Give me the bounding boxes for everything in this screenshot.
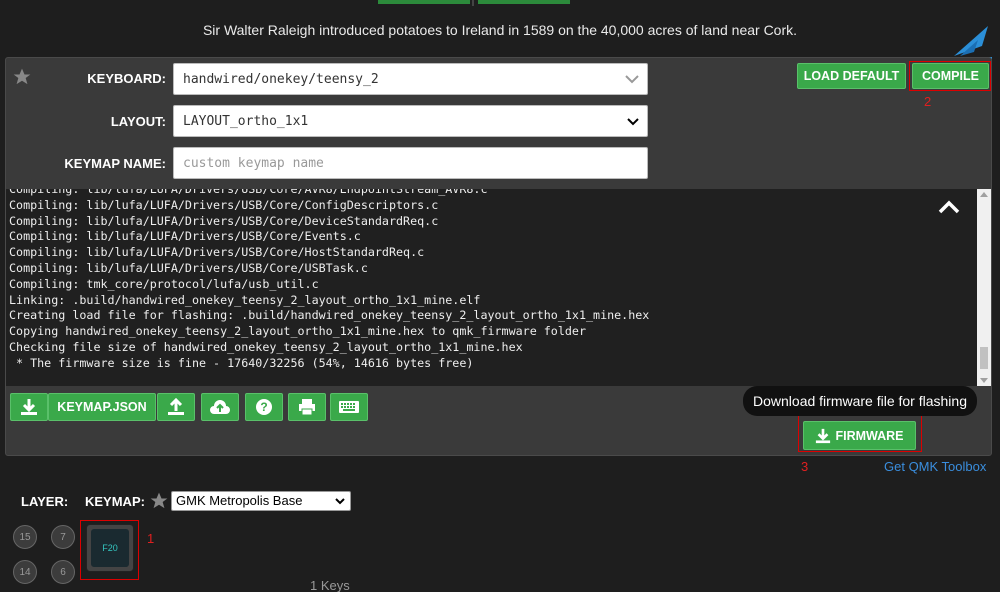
keymap-name-input[interactable]: custom keymap name [173, 147, 648, 179]
layout-value: LAYOUT_ortho_1x1 [183, 114, 309, 129]
scroll-thumb[interactable] [980, 347, 988, 369]
console-line: Compiling: lib/lufa/LUFA/Drivers/USB/Cor… [9, 245, 425, 260]
chevron-up-icon[interactable] [937, 199, 961, 215]
chevron-down-icon [335, 498, 345, 505]
scroll-down-arrow-icon[interactable] [980, 378, 988, 383]
top-tab-right[interactable] [478, 0, 570, 4]
help-button[interactable]: ? [245, 393, 283, 421]
console-line: Compiling: lib/lufa/LUFA/Drivers/USB/Cor… [9, 213, 439, 228]
compile-console: Compiling: lib/lufa/LUFA/Drivers/USB/Cor… [6, 189, 991, 386]
console-line: Compiling: lib/lufa/LUFA/Drivers/USB/Cor… [9, 197, 439, 212]
qmk-logo-icon [952, 26, 992, 59]
keymap-preset-select[interactable]: GMK Metropolis Base [171, 491, 351, 511]
console-line: Compiling: lib/lufa/LUFA/Drivers/USB/Cor… [9, 189, 488, 196]
keyboard-value: handwired/onekey/teensy_2 [183, 72, 379, 87]
layer-badge-14[interactable]: 14 [13, 560, 37, 584]
print-button[interactable] [288, 393, 326, 421]
top-tab-strip [0, 0, 1000, 6]
layer-badge-15[interactable]: 15 [13, 525, 37, 549]
cloud-upload-icon [210, 400, 230, 414]
callout-number-2: 2 [924, 94, 932, 109]
top-tab-left[interactable] [378, 0, 470, 4]
cloud-upload-button[interactable] [201, 393, 239, 421]
keymap-label: KEYMAP: [85, 494, 145, 509]
console-line: Compiling: lib/lufa/LUFA/Drivers/USB/Cor… [9, 229, 361, 244]
callout-number-1: 1 [147, 531, 155, 546]
layer-label: LAYER: [21, 494, 69, 509]
qmk-toolbox-link[interactable]: Get QMK Toolbox [884, 459, 986, 474]
keymap-json-button[interactable]: KEYMAP.JSON [48, 393, 156, 421]
print-icon [299, 399, 315, 416]
chevron-down-icon [627, 118, 639, 126]
callout-box-compile [909, 61, 991, 91]
console-line: Compiling: tmk_core/protocol/lufa/usb_ut… [9, 276, 319, 291]
keyboard-icon [339, 401, 359, 413]
top-tab-divider [472, 0, 474, 6]
console-line: * The firmware size is fine - 17640/3225… [9, 355, 474, 370]
upload-icon [168, 398, 184, 415]
keyboard-select[interactable]: handwired/onekey/teensy_2 [173, 63, 648, 95]
console-line: Compiling: lib/lufa/LUFA/Drivers/USB/Cor… [9, 260, 368, 275]
help-icon: ? [256, 399, 272, 415]
layout-select[interactable]: LAYOUT_ortho_1x1 [173, 105, 648, 137]
firmware-tooltip: Download firmware file for flashing [743, 386, 977, 416]
console-line: Copying handwired_onekey_teensy_2_layout… [9, 324, 586, 339]
callout-number-3: 3 [801, 459, 809, 474]
callout-box-key [80, 520, 139, 580]
console-line: Checking file size of handwired_onekey_t… [9, 339, 523, 354]
console-line: Creating load file for flashing: .build/… [9, 308, 650, 323]
star-icon[interactable] [149, 491, 169, 511]
chevron-down-icon [625, 75, 639, 84]
scroll-up-arrow-icon[interactable] [980, 192, 988, 197]
keyboard-label: KEYBOARD: [87, 71, 166, 86]
potato-fact: Sir Walter Raleigh introduced potatoes t… [202, 22, 798, 38]
console-scrollbar[interactable] [977, 189, 991, 386]
keymap-preset-value: GMK Metropolis Base [176, 493, 303, 508]
keymap-name-label: KEYMAP NAME: [64, 156, 166, 171]
svg-text:?: ? [260, 400, 267, 414]
layout-label: LAYOUT: [110, 114, 166, 129]
keymap-name-placeholder: custom keymap name [183, 156, 324, 171]
download-keymap-button[interactable] [10, 393, 48, 421]
callout-box-firmware [798, 415, 922, 452]
test-keyboard-button[interactable] [330, 393, 368, 421]
upload-keymap-button[interactable] [157, 393, 195, 421]
layer-badge-7[interactable]: 7 [51, 525, 75, 549]
download-icon [21, 399, 37, 415]
keys-count: 1 Keys [310, 578, 350, 592]
load-default-button[interactable]: LOAD DEFAULT [797, 63, 906, 89]
layer-badge-6[interactable]: 6 [51, 560, 75, 584]
console-output: Compiling: lib/lufa/LUFA/Drivers/USB/Cor… [9, 189, 649, 372]
console-line: Linking: .build/handwired_onekey_teensy_… [9, 292, 481, 307]
